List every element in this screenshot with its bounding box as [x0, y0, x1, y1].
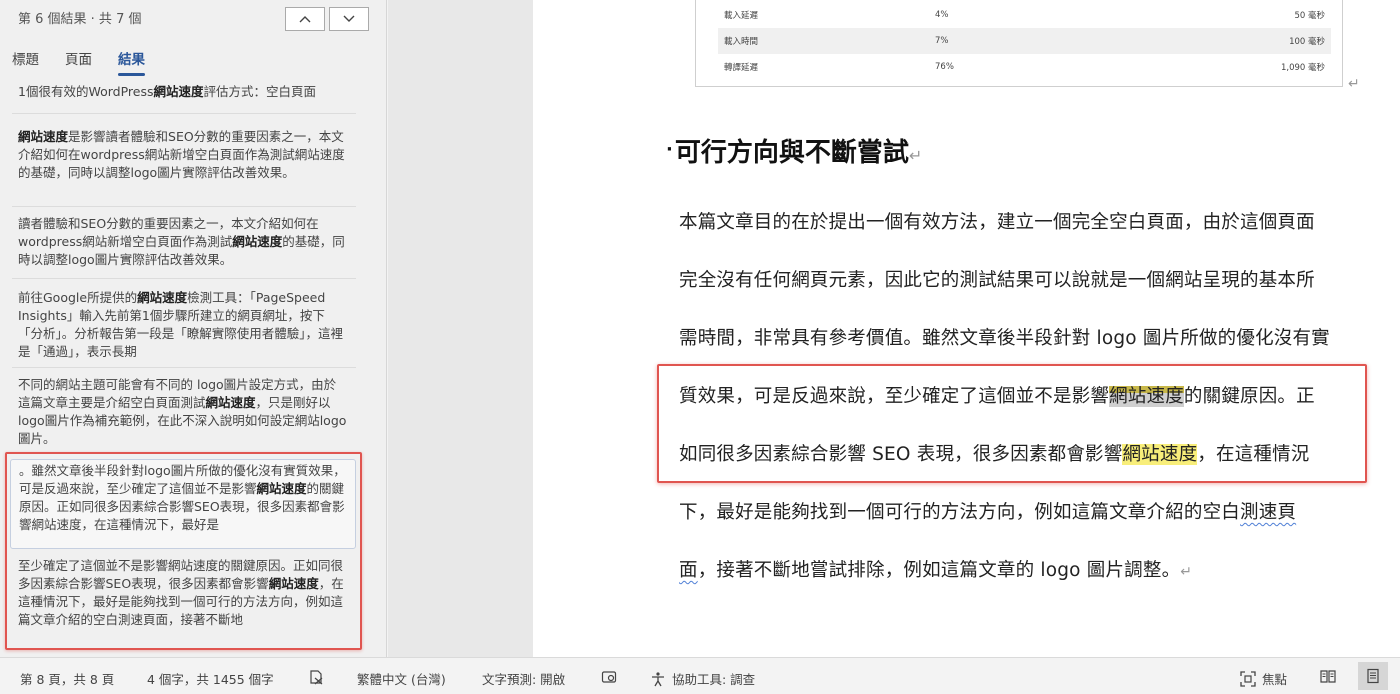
focus-icon	[1240, 670, 1256, 687]
annotation-highlight-box	[5, 452, 362, 650]
search-result-1[interactable]: 1個很有效的WordPress網站速度評估方式：空白頁面	[10, 83, 356, 101]
focus-label: 焦點	[1262, 672, 1288, 687]
table-cell: 50 毫秒	[1294, 11, 1325, 21]
heading-text: 可行方向與不斷嘗試	[674, 138, 909, 168]
paragraph-line: 本篇文章目的在於提出一個有效方法，建立一個完全空白頁面，由於這個頁面	[679, 212, 1315, 233]
previous-result-button[interactable]	[285, 7, 325, 31]
paragraph-mark: ↵	[908, 146, 923, 165]
language-status[interactable]: 繁體中文 (台灣)	[357, 669, 446, 688]
divider	[12, 278, 356, 279]
navigation-pane: 第 6 個結果 · 共 7 個 標題 頁面 結果 1個很有效的WordPress…	[0, 0, 387, 657]
search-result-5[interactable]: 不同的網站主題可能會有不同的 logo圖片設定方式，由於這篇文章主要是介紹空白頁…	[10, 376, 356, 448]
display-settings-icon	[601, 671, 617, 683]
spellcheck-underline: 面	[679, 560, 698, 581]
result-text: 前往Google所提供的	[18, 290, 138, 305]
result-match: 網站速度	[153, 84, 204, 99]
table-row: 轉譯延遲 76% 1,090 毫秒	[718, 54, 1331, 80]
table-cell: 7%	[935, 36, 949, 46]
result-text: 評估方式：空白頁面	[203, 84, 317, 99]
table-row: 載入時間 7% 100 毫秒	[718, 28, 1331, 54]
table-cell: 載入延遲	[724, 11, 759, 21]
paragraph-line: 需時間，非常具有參考價值。雖然文章後半段針對 logo 圖片所做的優化沒有實	[679, 328, 1330, 349]
table-cell: 轉譯延遲	[724, 63, 759, 73]
print-layout-icon	[1367, 668, 1379, 684]
line-text: 下，最好是能夠找到一個可行的方法方向，例如這篇文章介紹的空白	[679, 502, 1241, 523]
word-count[interactable]: 4 個字，共 1455 個字	[147, 669, 274, 688]
paragraph-mark: ↵	[1180, 564, 1193, 580]
next-result-button[interactable]	[329, 7, 369, 31]
document-page[interactable]: 載入延遲 4% 50 毫秒 載入時間 7% 100 毫秒 轉譯延遲 76% 1,…	[533, 0, 1400, 657]
proofing-status[interactable]	[309, 669, 325, 685]
read-mode-button[interactable]	[1313, 662, 1343, 690]
chevron-up-icon	[299, 16, 311, 23]
table-cell: 載入時間	[724, 37, 759, 47]
table-row: 載入延遲 4% 50 毫秒	[718, 2, 1331, 28]
accessibility-label: 協助工具: 調查	[672, 672, 756, 687]
spellcheck-underline: 測速頁	[1240, 502, 1297, 523]
print-layout-button[interactable]	[1358, 662, 1388, 690]
table-cell: 1,090 毫秒	[1280, 63, 1325, 73]
divider	[12, 113, 356, 114]
page-count[interactable]: 第 8 頁，共 8 頁	[20, 669, 114, 688]
text-prediction-status[interactable]: 文字預測: 開啟	[482, 669, 565, 688]
accessibility-status[interactable]: 協助工具: 調查	[650, 669, 755, 688]
paragraph-line: 下，最好是能夠找到一個可行的方法方向，例如這篇文章介紹的空白測速頁	[679, 498, 1296, 524]
chevron-down-icon	[343, 15, 355, 22]
accessibility-icon	[652, 671, 664, 686]
divider	[12, 367, 356, 368]
focus-mode-button[interactable]: 焦點	[1240, 669, 1287, 688]
paragraph-mark: ↵	[1348, 76, 1360, 92]
paragraph-line: 面，接著不斷地嘗試排除，例如這篇文章的 logo 圖片調整。↵	[679, 556, 1192, 582]
search-result-3[interactable]: 讀者體驗和SEO分數的重要因素之一，本文介紹如何在wordpress網站新增空白…	[10, 215, 356, 269]
annotation-highlight-box	[657, 364, 1367, 483]
heading-bullet: ·	[666, 139, 673, 160]
status-bar: 第 8 頁，共 8 頁 4 個字，共 1455 個字 繁體中文 (台灣) 文字預…	[0, 657, 1400, 694]
result-count: 第 6 個結果 · 共 7 個	[18, 12, 142, 27]
search-result-4[interactable]: 前往Google所提供的網站速度檢測工具：「PageSpeed Insights…	[10, 289, 356, 361]
read-mode-icon	[1320, 670, 1336, 683]
tab-results[interactable]: 結果	[118, 48, 145, 76]
section-heading: ·可行方向與不斷嘗試↵	[666, 132, 922, 169]
proofing-icon	[310, 670, 323, 685]
metrics-table: 載入延遲 4% 50 毫秒 載入時間 7% 100 毫秒 轉譯延遲 76% 1,…	[695, 0, 1343, 87]
tab-headings[interactable]: 標題	[12, 48, 39, 74]
paragraph-line: 完全沒有任何網頁元素，因此它的測試結果可以說就是一個網站呈現的基本所	[679, 270, 1315, 291]
nav-tabs: 標題 頁面 結果	[12, 48, 145, 76]
display-settings[interactable]	[601, 669, 617, 685]
line-text: ，接著不斷地嘗試排除，例如這篇文章的 logo 圖片調整。	[697, 560, 1181, 581]
divider	[12, 206, 356, 207]
tab-pages[interactable]: 頁面	[65, 48, 92, 74]
result-match: 網站速度	[18, 129, 69, 144]
result-text: 1個很有效的WordPress	[18, 84, 154, 99]
result-match: 網站速度	[137, 290, 188, 305]
result-match: 網站速度	[205, 395, 256, 410]
table-cell: 100 毫秒	[1289, 37, 1325, 47]
result-match: 網站速度	[232, 234, 283, 249]
table-cell: 76%	[935, 62, 954, 72]
table-cell: 4%	[935, 10, 949, 20]
search-result-2[interactable]: 網站速度是影響讀者體驗和SEO分數的重要因素之一，本文介紹如何在wordpres…	[10, 128, 356, 182]
